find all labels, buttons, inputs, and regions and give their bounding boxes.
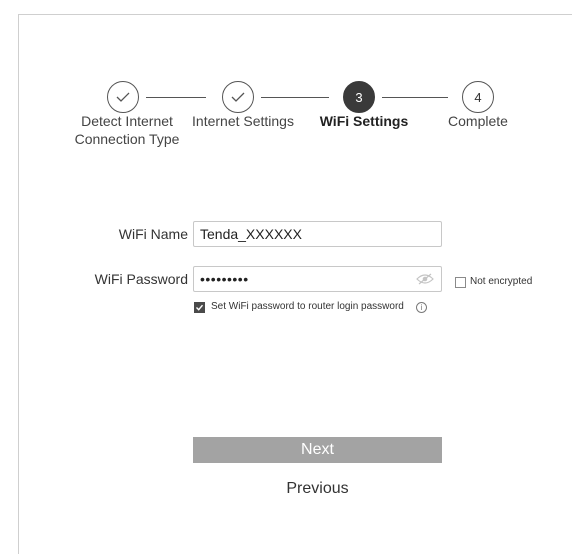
eye-hidden-icon[interactable] (416, 273, 434, 285)
same-password-label: Set WiFi password to router login passwo… (211, 301, 404, 312)
wifi-name-label: WiFi Name (118, 226, 188, 242)
step-2-circle (222, 81, 254, 113)
step-4-label: Complete (448, 113, 508, 129)
step-3-number: 3 (355, 89, 363, 105)
check-icon (116, 92, 130, 102)
wifi-password-value: ••••••••• (200, 271, 249, 287)
not-encrypted-checkbox[interactable] (455, 277, 466, 288)
same-password-checkbox[interactable] (194, 302, 205, 313)
check-icon (196, 304, 204, 311)
step-3-circle: 3 (343, 81, 375, 113)
step-2-label: Internet Settings (192, 113, 294, 129)
step-1-label: Detect Internet Connection Type (62, 112, 192, 148)
wifi-name-value: Tenda_XXXXXX (200, 226, 302, 242)
step-connector (146, 97, 206, 98)
step-connector (261, 97, 329, 98)
step-4-circle: 4 (462, 81, 494, 113)
previous-button[interactable]: Previous (193, 480, 442, 498)
check-icon (231, 92, 245, 102)
step-1-label-line1: Detect Internet (81, 113, 173, 129)
step-4-number: 4 (474, 89, 482, 105)
next-button[interactable]: Next (193, 437, 442, 463)
wifi-password-label: WiFi Password (94, 271, 188, 287)
wifi-name-input[interactable]: Tenda_XXXXXX (193, 221, 442, 247)
step-3-label: WiFi Settings (319, 113, 409, 129)
wifi-password-input[interactable]: ••••••••• (193, 266, 442, 292)
step-connector (382, 97, 448, 98)
step-1-circle (107, 81, 139, 113)
not-encrypted-label: Not encrypted (470, 276, 533, 287)
info-icon[interactable]: i (416, 302, 427, 313)
step-1-label-line2: Connection Type (74, 131, 180, 147)
